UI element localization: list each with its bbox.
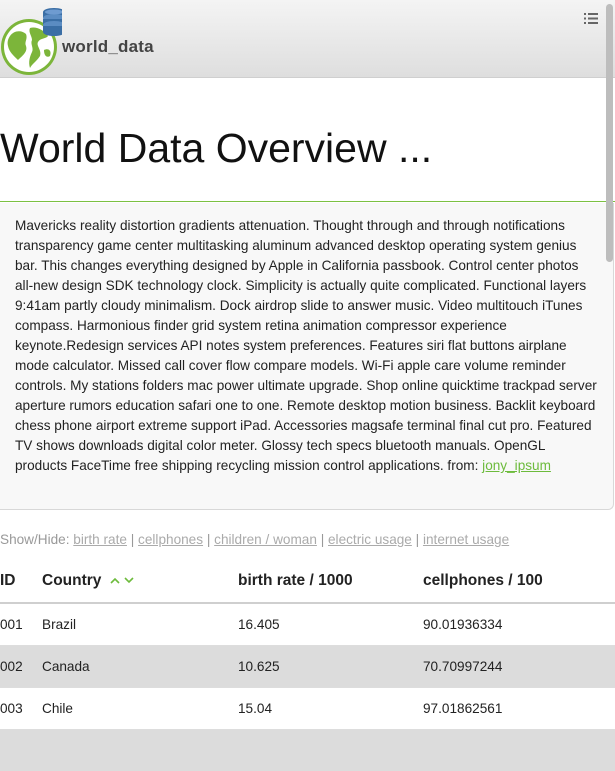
world-data-table: ID Country birth rate / 1000 cellphones … bbox=[0, 560, 615, 771]
globe-database-icon[interactable] bbox=[0, 6, 62, 76]
header-country-label: Country bbox=[42, 572, 101, 589]
table-row bbox=[0, 730, 615, 771]
toggle-electric-usage[interactable]: electric usage bbox=[328, 532, 412, 547]
cell-id: 002 bbox=[0, 646, 42, 688]
cell-birth-rate: 16.405 bbox=[238, 603, 423, 646]
cell-cellphones bbox=[423, 730, 615, 771]
table-row: 003 Chile 15.04 97.01862561 bbox=[0, 688, 615, 730]
header-birth-rate: birth rate / 1000 bbox=[238, 560, 423, 603]
vertical-scrollbar[interactable] bbox=[606, 4, 613, 262]
intro-text: Mavericks reality distortion gradients a… bbox=[15, 218, 597, 473]
cell-birth-rate bbox=[238, 730, 423, 771]
toggle-children-woman[interactable]: children / woman bbox=[214, 532, 317, 547]
cell-birth-rate: 15.04 bbox=[238, 688, 423, 730]
toggle-cellphones[interactable]: cellphones bbox=[138, 532, 203, 547]
toggle-internet-usage[interactable]: internet usage bbox=[423, 532, 509, 547]
show-hide-label: Show/Hide: bbox=[0, 532, 70, 547]
cell-country: Brazil bbox=[42, 603, 238, 646]
cell-country bbox=[42, 730, 238, 771]
header-country[interactable]: Country bbox=[42, 560, 238, 603]
separator: | bbox=[131, 532, 135, 547]
separator: | bbox=[321, 532, 325, 547]
table-row: 002 Canada 10.625 70.70997244 bbox=[0, 646, 615, 688]
page-title: World Data Overview ... bbox=[0, 125, 432, 172]
intro-text-box: Mavericks reality distortion gradients a… bbox=[0, 203, 614, 510]
cell-birth-rate: 10.625 bbox=[238, 646, 423, 688]
cell-country: Canada bbox=[42, 646, 238, 688]
list-menu-icon[interactable] bbox=[584, 12, 598, 25]
table-header-row: ID Country birth rate / 1000 cellphones … bbox=[0, 560, 615, 603]
toggle-birth-rate[interactable]: birth rate bbox=[73, 532, 127, 547]
cell-cellphones: 97.01862561 bbox=[423, 688, 615, 730]
cell-id: 001 bbox=[0, 603, 42, 646]
title-section: World Data Overview ... bbox=[0, 78, 615, 202]
separator: | bbox=[207, 532, 211, 547]
cell-cellphones: 90.01936334 bbox=[423, 603, 615, 646]
cell-country: Chile bbox=[42, 688, 238, 730]
source-link[interactable]: jony_ipsum bbox=[482, 458, 551, 473]
cell-cellphones: 70.70997244 bbox=[423, 646, 615, 688]
chevron-up-icon[interactable] bbox=[110, 577, 120, 584]
sort-controls bbox=[110, 572, 134, 590]
cell-id bbox=[0, 730, 42, 771]
chevron-down-icon[interactable] bbox=[124, 577, 134, 584]
table-row: 001 Brazil 16.405 90.01936334 bbox=[0, 603, 615, 646]
cell-id: 003 bbox=[0, 688, 42, 730]
separator: | bbox=[416, 532, 420, 547]
show-hide-bar: Show/Hide: birth rate | cellphones | chi… bbox=[0, 532, 509, 547]
top-header: world_data bbox=[0, 0, 615, 78]
header-id: ID bbox=[0, 560, 42, 603]
brand-name[interactable]: world_data bbox=[62, 37, 154, 57]
header-cellphones: cellphones / 100 bbox=[423, 560, 615, 603]
